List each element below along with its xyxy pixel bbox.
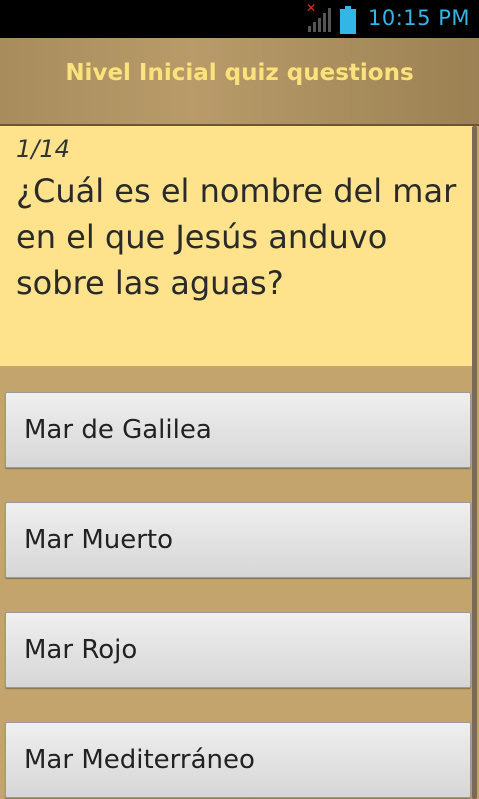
question-panel: 1/14 ¿Cuál es el nombre del mar en el qu… [0, 126, 476, 366]
question-counter: 1/14 [16, 135, 70, 163]
clock: 10:15 PM [368, 6, 470, 30]
status-bar: ✕ 10:15 PM [0, 0, 479, 38]
answer-button-1[interactable]: Mar de Galilea [5, 392, 471, 468]
answer-button-4[interactable]: Mar Mediterráneo [5, 722, 471, 798]
answer-button-2[interactable]: Mar Muerto [5, 502, 471, 578]
answer-button-3[interactable]: Mar Rojo [5, 612, 471, 688]
page-title: Nivel Inicial quiz questions [65, 60, 414, 86]
scrollbar[interactable] [472, 126, 477, 799]
signal-icon [308, 8, 331, 32]
title-bar: Nivel Inicial quiz questions [0, 38, 479, 126]
question-text: ¿Cuál es el nombre del mar en el que Jes… [16, 172, 457, 302]
battery-icon [340, 6, 356, 34]
